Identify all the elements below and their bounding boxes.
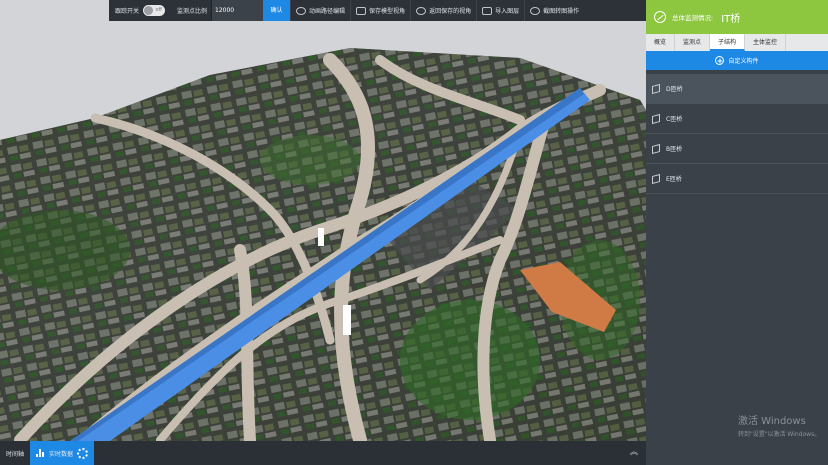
- save-view-label: 保存模型视角: [369, 8, 406, 15]
- list-item-label: B匝桥: [666, 146, 683, 153]
- realtime-data-label: 实时数据: [49, 450, 74, 458]
- chevron-up-icon[interactable]: ︽: [630, 448, 638, 456]
- leaf-icon: [654, 11, 666, 23]
- scale-input[interactable]: 12000: [211, 0, 264, 21]
- animation-path-edit-label: 动画路径编辑: [309, 8, 346, 15]
- add-custom-component-button[interactable]: 自定义构件: [646, 51, 828, 70]
- bridge-scene: [0, 0, 646, 441]
- app-root: 跟踪开关 off 监测点比例 12000 确认 动画路径编辑 保存模型视角 返回…: [0, 0, 828, 465]
- settings-gear-icon[interactable]: [77, 447, 89, 459]
- scale-label: 监测点比例: [177, 8, 208, 15]
- toggle-state-text: off: [155, 7, 163, 13]
- list-item-label: C匝桥: [666, 116, 683, 123]
- top-toolbar: 跟踪开关 off 监测点比例 12000 确认 动画路径编辑 保存模型视角 返回…: [109, 0, 646, 21]
- timeline-button[interactable]: 时间轴: [0, 441, 30, 465]
- panel-tabs: 概览 监测点 子结构 主体监控: [646, 34, 828, 51]
- screenshot-label: 截图转图操作: [543, 8, 580, 15]
- cube-icon: [652, 173, 660, 184]
- confirm-button[interactable]: 确认: [263, 0, 291, 21]
- list-item[interactable]: C匝桥: [646, 104, 828, 134]
- cube-icon: [652, 143, 660, 154]
- right-panel: 总体监测情况: IT桥 概览 监测点 子结构 主体监控 自定义构件 D匝桥 C匝…: [646, 0, 828, 465]
- list-item[interactable]: D匝桥: [646, 74, 828, 104]
- tab-substructure[interactable]: 子结构: [710, 34, 746, 51]
- watermark-line-1: 激活 Windows: [738, 416, 806, 427]
- restore-icon: [416, 6, 427, 15]
- add-custom-component-label: 自定义构件: [728, 58, 759, 65]
- restore-view-label: 返回保存的视角: [429, 8, 472, 15]
- list-item-label: E匝桥: [666, 176, 682, 183]
- component-list: D匝桥 C匝桥 B匝桥 E匝桥: [646, 74, 828, 194]
- import-icon: [482, 6, 493, 15]
- tab-monitor-points[interactable]: 监测点: [675, 34, 711, 51]
- list-item-label: D匝桥: [666, 86, 683, 93]
- screenshot-icon: [530, 6, 541, 15]
- import-layer-label: 导入图层: [495, 8, 520, 15]
- import-layer-button[interactable]: 导入图层: [476, 0, 524, 21]
- follow-toggle[interactable]: off: [143, 5, 166, 16]
- panel-title: 总体监测情况:: [672, 14, 714, 22]
- watermark-line-2: 转到"设置"以激活 Windows。: [738, 431, 821, 438]
- follow-toggle-label: 跟踪开关: [115, 8, 140, 15]
- animation-path-edit-button[interactable]: 动画路径编辑: [290, 0, 350, 21]
- windows-activation-watermark: 激活 Windows 转到"设置"以激活 Windows。: [738, 412, 820, 438]
- panel-bridge-name: IT桥: [721, 13, 741, 25]
- cube-icon: [652, 113, 660, 124]
- map-viewport-3d[interactable]: [0, 0, 646, 441]
- plus-circle-icon: [715, 56, 725, 65]
- path-icon: [296, 6, 307, 15]
- tab-overview[interactable]: 概览: [646, 34, 676, 51]
- tab-main-monitoring[interactable]: 主体监控: [745, 34, 787, 51]
- cube-icon: [652, 83, 660, 94]
- bottom-bar: 时间轴 实时数据 ︽: [0, 441, 646, 465]
- panel-header: 总体监测情况: IT桥: [646, 0, 828, 34]
- realtime-data-button[interactable]: 实时数据: [30, 441, 95, 465]
- list-item[interactable]: B匝桥: [646, 134, 828, 164]
- timeline-label: 时间轴: [6, 450, 25, 458]
- camera-icon: [356, 6, 367, 15]
- restore-view-button[interactable]: 返回保存的视角: [410, 0, 476, 21]
- screenshot-button[interactable]: 截图转图操作: [524, 0, 584, 21]
- bar-chart-icon: [36, 449, 45, 457]
- save-view-button[interactable]: 保存模型视角: [350, 0, 410, 21]
- list-item[interactable]: E匝桥: [646, 164, 828, 194]
